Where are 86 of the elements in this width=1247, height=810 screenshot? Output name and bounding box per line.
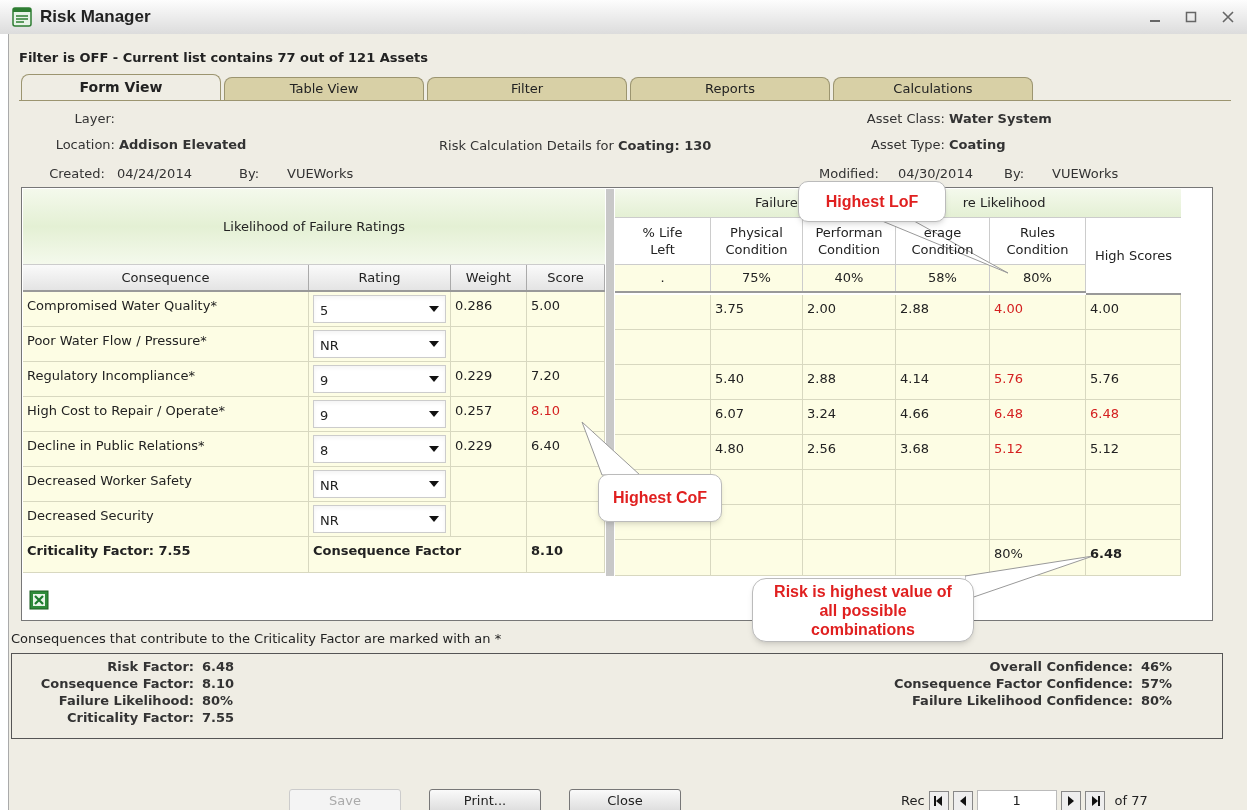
summary-label: Consequence Factor Confidence: [892,674,1134,692]
dropdown-caret-icon [429,481,439,487]
table-group-header: Likelihood of Failure Ratings [23,189,605,265]
skip-last-icon [1089,795,1100,806]
spreadsheet-export-icon[interactable] [29,590,49,610]
summary-label: Risk Factor: [106,657,195,675]
field-label: Location: [54,136,116,155]
callout: Risk is highest value of all possible combinations [752,578,974,642]
dropdown-caret-icon [429,341,439,347]
dropdown-caret-icon [429,306,439,312]
summary-value: 80% [202,691,235,709]
close-icon[interactable] [1221,10,1235,24]
field-value: Addison Elevated [119,136,248,155]
tab[interactable]: Form View [21,74,221,100]
dropdown-caret-icon [429,376,439,382]
rating-dropdown[interactable]: NR [313,470,446,498]
summary-label: Criticality Factor: [65,708,195,726]
rating-dropdown[interactable]: NR [313,330,446,358]
action-button[interactable]: Close [569,788,681,810]
skip-first-icon [933,795,944,806]
calculation-heading: Risk Calculation Details for Coating: 130 [439,137,713,154]
column-header: Score [527,265,605,290]
table-cell: 75% [711,265,803,291]
footnote: Consequences that contribute to the Criticality Factor are marked with an * [11,631,502,646]
window-title: Risk Manager [40,6,151,29]
next-record-button[interactable] [1060,790,1081,810]
summary-value: 8.10 [202,674,236,692]
action-button[interactable]: Print... [429,788,541,810]
field-label: Created: [48,165,106,184]
column-header: Weight [451,265,527,290]
first-record-button[interactable] [928,790,949,810]
summary-label: Consequence Factor: [39,674,195,692]
rating-dropdown[interactable]: 5 [313,295,446,323]
tab[interactable]: Filter [427,77,627,100]
window-app-icon [12,7,32,27]
column-header: Consequence [23,265,309,290]
rating-dropdown[interactable]: 9 [313,400,446,428]
pager-label: Rec [901,791,925,810]
rating-dropdown[interactable]: NR [313,505,446,533]
filter-status: Filter is OFF - Current list contains 77 out of 121 Assets [19,50,430,66]
field-value: 04/30/2014 [897,165,974,184]
field-value: 04/24/2014 [116,165,193,184]
column-header: Rating [309,265,451,290]
table-group-header: re Likelihood [962,194,1046,213]
previous-record-button[interactable] [952,790,973,810]
summary-label: Overall Confidence: [988,657,1134,675]
field-label: By: [1004,165,1026,184]
next-icon [1065,795,1076,806]
table-cell: . [615,265,711,291]
table-cell: 40% [803,265,896,291]
tab[interactable]: Table View [224,77,424,100]
dropdown-caret-icon [429,516,439,522]
rating-dropdown[interactable]: 9 [313,365,446,393]
dropdown-caret-icon [429,446,439,452]
table-cell: 8.10 [527,537,605,573]
dropdown-caret-icon [429,411,439,417]
field-label: Layer: [73,110,116,128]
last-record-button[interactable] [1084,790,1105,810]
summary-value: 80% [1141,691,1174,709]
summary-value: 57% [1141,674,1174,692]
summary-value: 46% [1141,657,1174,675]
summary-value: 7.55 [202,708,236,726]
maximize-icon[interactable] [1185,11,1197,23]
tab[interactable]: Calculations [833,77,1033,100]
field-value: Water System [949,110,1053,128]
field-label: Asset Type: [870,136,946,155]
callout: Highest CoF [598,474,722,522]
field-value: Coating [949,136,1007,155]
field-value: VUEWorks [286,165,355,184]
summary-label: Failure Likelihood: [57,691,195,709]
callout-pointer [580,420,642,476]
pager-total: of 77 [1114,791,1148,810]
summary-value: 6.48 [202,657,236,675]
field-value: VUEWorks [1051,165,1119,184]
table-group-header: Failure [755,194,798,213]
table-cell: 6.48 [1086,540,1181,576]
table-cell: Criticality Factor: 7.55 [23,537,309,573]
field-label: By: [239,165,261,184]
tab[interactable]: Reports [630,77,830,100]
summary-label: Failure Likelihood Confidence: [911,691,1134,709]
callout: Highest LoF [798,181,946,222]
field-label: Modified: [819,165,880,184]
rating-dropdown[interactable]: 8 [313,435,446,463]
record-number-field[interactable]: 1 [976,789,1057,810]
field-label: Asset Class: [865,110,946,128]
table-cell: Consequence Factor [309,537,527,573]
